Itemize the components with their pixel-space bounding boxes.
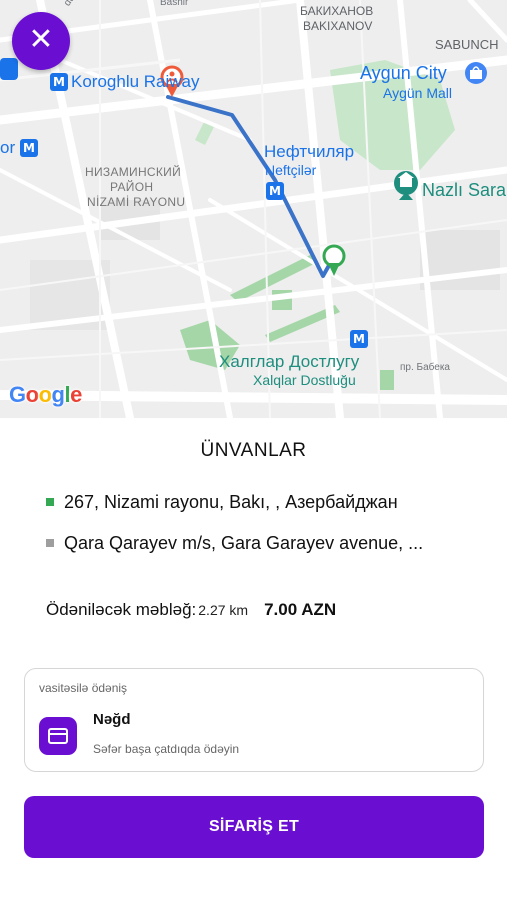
- order-button[interactable]: SİFARİŞ ET: [24, 796, 484, 858]
- map-label-street: Bashir: [160, 0, 189, 8]
- destination-address-text: Qara Qarayev m/s, Gara Garayev avenue, .…: [64, 532, 424, 553]
- map-label-sabunchu: SABUNCH: [435, 37, 499, 52]
- map-label-nazli: Nazlı Sara: [422, 180, 507, 200]
- map-label-babeka: пр. Бабека: [400, 362, 450, 373]
- route-map[interactable]: dar As Bashir M Koroghlu Raiway БАКИХАНО…: [0, 0, 507, 418]
- destination-address[interactable]: Qara Qarayev m/s, Gara Garayev avenue, .…: [46, 531, 489, 555]
- map-label-bakixanov-ru: БАКИХАНОВ: [300, 4, 374, 18]
- google-logo: Google: [9, 382, 82, 407]
- map-label-nizami: NİZAMİ RAYONU: [87, 195, 186, 209]
- payment-method-hint: Səfər başa çatdıqda ödəyin: [93, 742, 240, 756]
- map-label-aygun-city: Aygun City: [360, 63, 447, 83]
- payment-header: vasitəsilə ödəniş: [39, 681, 128, 695]
- fare-label: Ödəniləcək məbləğ:: [46, 600, 197, 619]
- pickup-address-text: 267, Nizami rayonu, Bakı, , Азербайджан: [64, 491, 398, 512]
- map-label-edge: or: [0, 138, 16, 157]
- fare-summary: Ödəniləcək məbləğ: 2.27 km 7.00 AZN: [46, 600, 336, 624]
- pickup-address[interactable]: 267, Nizami rayonu, Bakı, , Азербайджан: [46, 490, 489, 514]
- park-area: [380, 370, 394, 390]
- map-label-neftchilar: Neftçilər: [265, 162, 317, 178]
- metro-icon: M: [266, 182, 284, 200]
- fare-amount: 7.00 AZN: [264, 600, 337, 619]
- map-label-xalglar: Xalqlar Dostluğu: [253, 372, 356, 388]
- close-button[interactable]: ✕: [12, 12, 70, 70]
- pickup-marker-icon: [46, 498, 54, 506]
- bus-stop-icon: [0, 58, 18, 80]
- metro-icon: M: [20, 139, 38, 157]
- payment-method-name: Nəğd: [93, 711, 131, 728]
- map-label-bakixanov: BAKIXANOV: [303, 19, 373, 33]
- trip-distance: 2.27 km: [198, 602, 249, 618]
- map-label-xalglar-ru: Халглар Достлугу: [219, 352, 360, 371]
- order-sheet: ÜNVANLAR 267, Nizami rayonu, Bakı, , Азе…: [0, 418, 507, 900]
- map-label-nizami-ru-2: РАЙОН: [110, 180, 154, 194]
- mall-poi-icon: [465, 62, 487, 84]
- destination-marker-icon: [46, 539, 54, 547]
- payment-method-card[interactable]: vasitəsilə ödəniş Nəğd Səfər başa çatdıq…: [24, 668, 484, 772]
- palace-poi-icon: [394, 171, 418, 200]
- metro-icon: M: [350, 330, 368, 348]
- metro-icon: M: [50, 73, 68, 91]
- section-title: ÜNVANLAR: [200, 440, 307, 461]
- map-label-aygun-mall: Aygün Mall: [383, 85, 453, 101]
- route-line: [166, 95, 334, 278]
- map-label-neftchilar-ru: Нефтчиляр: [264, 142, 355, 161]
- wallet-icon: [39, 717, 77, 755]
- map-label-nizami-ru-1: НИЗАМИНСКИЙ: [85, 165, 182, 179]
- map-label-koroglu: Koroghlu Raiway: [71, 72, 200, 91]
